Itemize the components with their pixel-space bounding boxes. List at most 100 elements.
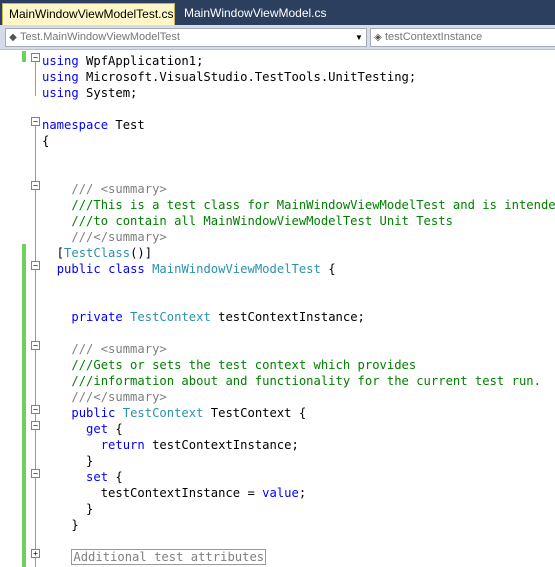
collapsed-region[interactable]: Additional test attributes	[71, 549, 267, 565]
code-token: ///information about and functionality f…	[71, 374, 541, 388]
code-line: }	[42, 517, 79, 533]
code-token: set	[86, 470, 109, 484]
collapse-icon[interactable]: −	[31, 53, 40, 62]
code-token: }	[42, 454, 94, 468]
code-token: return	[100, 438, 145, 452]
class-icon: ◆	[9, 32, 17, 43]
code-line: ///to contain all MainWindowViewModelTes…	[42, 213, 453, 229]
member-dropdown-value: testContextInstance	[385, 31, 483, 43]
type-dropdown-value: Test.MainWindowViewModelTest	[20, 31, 180, 43]
code-token: }	[42, 518, 79, 532]
code-token: }	[42, 502, 94, 516]
code-token: ///</summary>	[71, 390, 167, 404]
collapse-icon[interactable]: −	[31, 181, 40, 190]
code-line: ///This is a test class for MainWindowVi…	[42, 197, 555, 213]
code-line: ///Gets or sets the test context which p…	[42, 357, 416, 373]
chevron-down-icon[interactable]: ▼	[352, 29, 366, 46]
field-icon: ◈	[374, 32, 382, 43]
change-bar	[22, 51, 26, 62]
code-token: using	[42, 86, 79, 100]
code-line: [TestClass()]	[42, 245, 152, 261]
document-tab-strip: MainWindowViewModelTest.cs MainWindowVie…	[0, 0, 555, 25]
code-line: ///information about and functionality f…	[42, 373, 541, 389]
code-line: using WpfApplication1;	[42, 53, 203, 69]
code-line: using System;	[42, 85, 137, 101]
code-line: public TestContext TestContext {	[42, 405, 306, 421]
code-token: {	[108, 422, 123, 436]
code-token: /// <summary>	[71, 182, 167, 196]
code-token: ///to contain all MainWindowViewModelTes…	[71, 214, 453, 228]
code-token: Microsoft.VisualStudio.TestTools.UnitTes…	[78, 70, 417, 84]
tab-mainwindowviewmodeltest[interactable]: MainWindowViewModelTest.cs	[2, 3, 175, 25]
code-token: TestClass	[64, 246, 131, 260]
code-token: testContextInstance =	[42, 486, 263, 500]
code-token: class	[108, 262, 145, 276]
code-line: /// <summary>	[42, 341, 167, 357]
code-token: public	[56, 262, 101, 276]
tab-mainwindowviewmodel[interactable]: MainWindowViewModel.cs	[178, 3, 327, 25]
code-token: Test	[108, 118, 145, 132]
code-line: private TestContext testContextInstance;	[42, 309, 365, 325]
code-token: using	[42, 54, 79, 68]
code-token: ()]	[130, 246, 153, 260]
outline-guide	[35, 62, 36, 96]
code-token: /// <summary>	[71, 342, 167, 356]
code-token: MainWindowViewModelTest	[152, 262, 321, 276]
code-line: set {	[42, 469, 123, 485]
code-line: namespace Test	[42, 117, 145, 133]
code-line: testContextInstance = value;	[42, 485, 306, 501]
code-token: [	[42, 246, 65, 260]
collapse-icon[interactable]: −	[31, 405, 40, 414]
code-token: ;	[298, 486, 307, 500]
collapse-icon[interactable]: −	[31, 421, 40, 430]
code-token: namespace	[42, 118, 109, 132]
collapse-icon[interactable]: −	[31, 469, 40, 478]
code-line: ///</summary>	[42, 389, 167, 405]
collapse-icon[interactable]: −	[31, 117, 40, 126]
collapse-icon[interactable]: −	[31, 261, 40, 270]
code-token: private	[71, 310, 123, 324]
member-dropdown[interactable]: ◈ testContextInstance	[370, 28, 555, 47]
collapse-icon[interactable]: −	[31, 341, 40, 350]
code-line: ///</summary>	[42, 229, 167, 245]
code-token: {	[108, 470, 123, 484]
code-token: get	[86, 422, 109, 436]
expand-icon[interactable]: +	[31, 549, 40, 558]
code-token: value	[262, 486, 299, 500]
code-token: ///</summary>	[71, 230, 167, 244]
code-line: public class MainWindowViewModelTest {	[42, 261, 336, 277]
code-token: TestContext {	[203, 406, 307, 420]
code-token: {	[42, 134, 50, 148]
type-dropdown[interactable]: ◆ Test.MainWindowViewModelTest ▼	[5, 28, 367, 47]
code-token: testContextInstance;	[210, 310, 365, 324]
selection-margin[interactable]	[0, 51, 20, 567]
code-line: /// <summary>	[42, 181, 167, 197]
code-token: testContextInstance;	[144, 438, 299, 452]
code-token: public	[71, 406, 116, 420]
code-line: }	[42, 453, 93, 469]
code-line: return testContextInstance;	[42, 437, 299, 453]
code-token: using	[42, 70, 79, 84]
navigation-bar: ◆ Test.MainWindowViewModelTest ▼ ◈ testCon…	[0, 25, 555, 50]
code-line: }	[42, 501, 93, 517]
code-line: using Microsoft.VisualStudio.TestTools.U…	[42, 69, 416, 85]
code-token: TestContext	[122, 406, 204, 420]
code-token: System;	[78, 86, 138, 100]
code-line: Additional test attributes	[42, 549, 267, 565]
